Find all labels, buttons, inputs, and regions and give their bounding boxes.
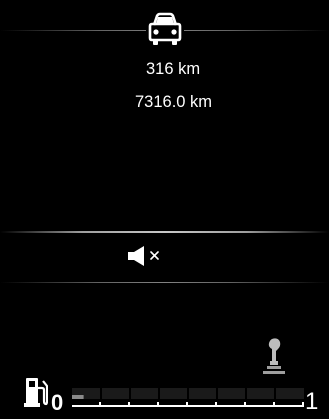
middle-divider-bottom xyxy=(0,282,329,283)
fuel-level-fill xyxy=(72,395,84,399)
fuel-pump-icon xyxy=(24,378,48,407)
fuel-segment-divider xyxy=(129,388,131,399)
fuel-segment-divider xyxy=(100,388,102,399)
fuel-tick xyxy=(302,402,304,407)
mute-icon xyxy=(128,246,159,266)
odometer-value: 7316.0 km xyxy=(135,93,213,111)
fuel-segment-divider xyxy=(187,388,189,399)
cluster-display: 316 km 7316.0 km 0 1 xyxy=(0,0,329,419)
range-value: 316 km xyxy=(146,60,201,78)
fuel-segment-divider xyxy=(245,388,247,399)
fuel-segment-divider xyxy=(274,388,276,399)
fuel-segment-divider xyxy=(216,388,218,399)
fuel-empty-label: 0 xyxy=(51,390,64,415)
fuel-tick xyxy=(99,402,101,407)
middle-divider-top xyxy=(0,231,329,233)
fuel-tick xyxy=(157,402,159,407)
fuel-tick xyxy=(128,402,130,407)
fuel-tick xyxy=(215,402,217,407)
car-icon xyxy=(146,12,184,48)
fuel-segment-divider xyxy=(158,388,160,399)
fuel-gauge xyxy=(72,388,304,407)
fuel-tick xyxy=(273,402,275,407)
gear-shift-icon xyxy=(263,338,285,374)
fuel-full-label: 1 xyxy=(305,388,319,415)
fuel-tick xyxy=(186,402,188,407)
fuel-tick xyxy=(244,402,246,407)
